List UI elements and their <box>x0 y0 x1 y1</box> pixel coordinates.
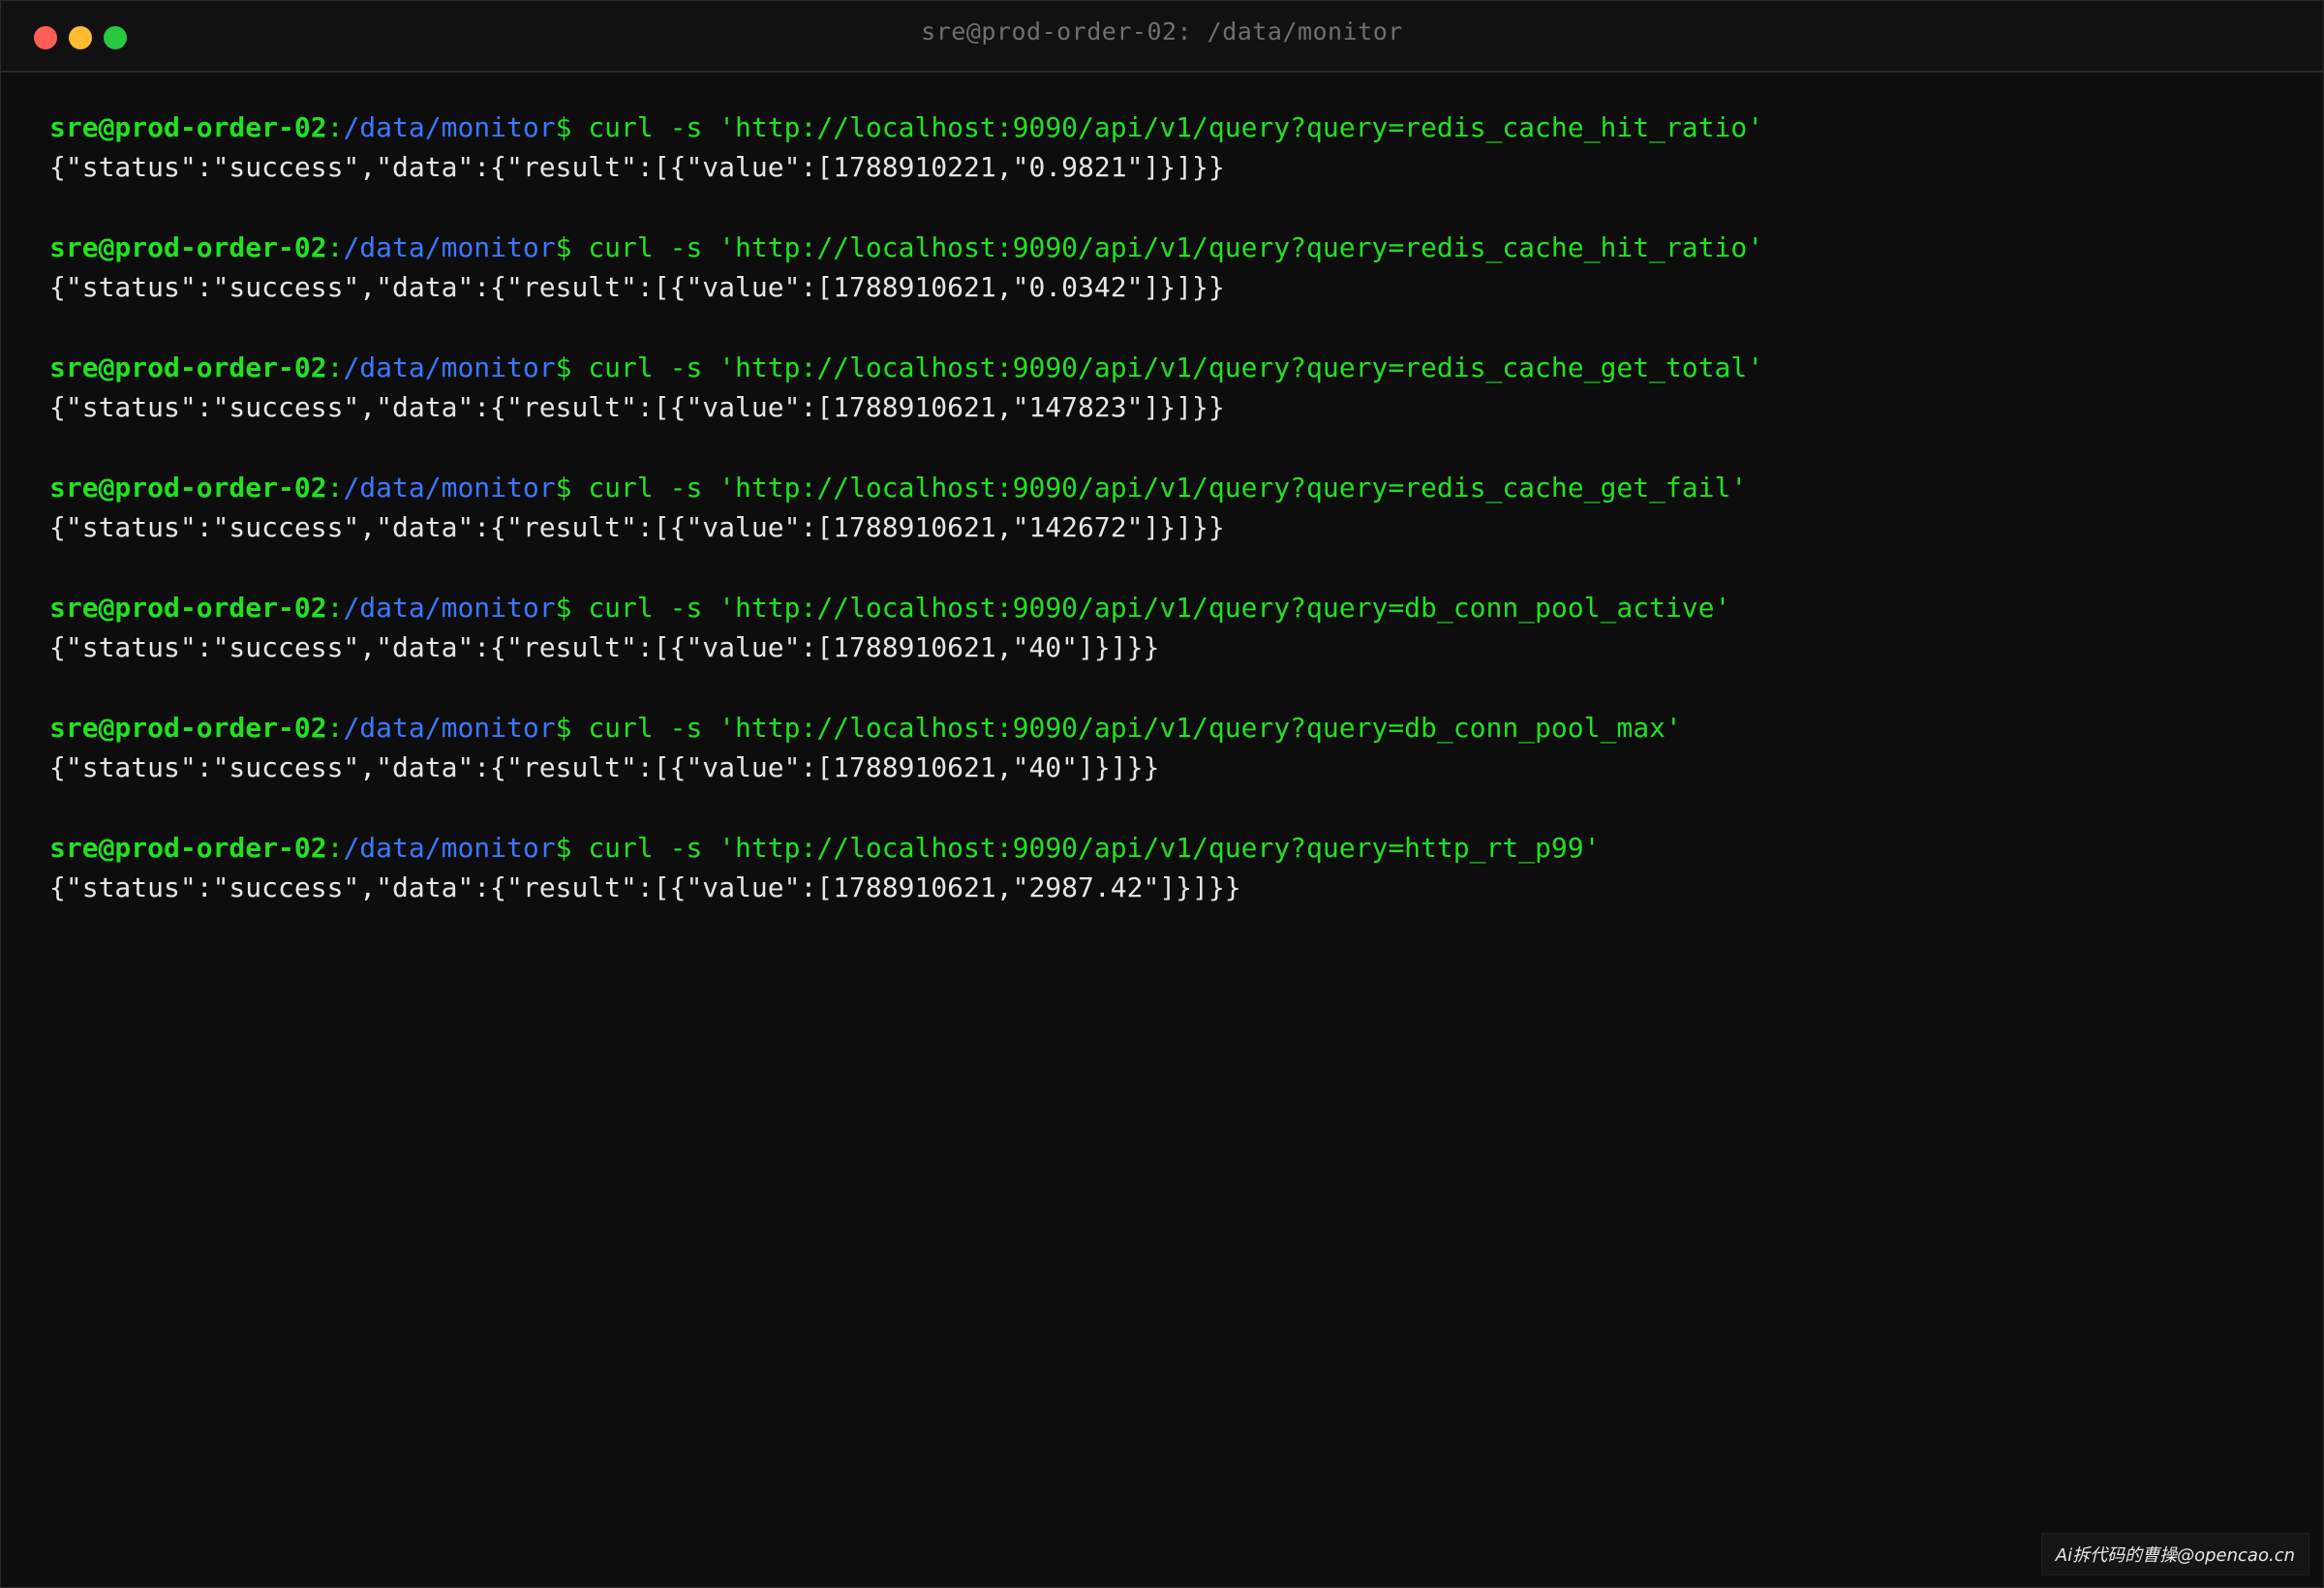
prompt-user-host: sre@prod-order-02 <box>49 351 327 383</box>
prompt-user-host: sre@prod-order-02 <box>49 712 327 744</box>
command-output: {"status":"success","data":{"result":[{"… <box>49 391 1225 423</box>
command-output: {"status":"success","data":{"result":[{"… <box>49 151 1225 183</box>
command-text: curl -s 'http://localhost:9090/api/v1/qu… <box>588 592 1731 624</box>
prompt-symbol: $ <box>555 832 572 864</box>
title-bar[interactable]: sre@prod-order-02: /data/monitor <box>1 1 2323 73</box>
prompt-path: /data/monitor <box>343 231 556 263</box>
prompt-colon: : <box>326 592 344 624</box>
prompt-path: /data/monitor <box>343 351 556 383</box>
prompt-path: /data/monitor <box>343 832 556 864</box>
prompt-path: /data/monitor <box>343 712 556 744</box>
prompt-line: sre@prod-order-02:/data/monitor$ curl -s… <box>49 468 2277 507</box>
prompt-symbol: $ <box>555 472 572 504</box>
command-text: curl -s 'http://localhost:9090/api/v1/qu… <box>588 712 1682 744</box>
prompt-colon: : <box>326 351 344 383</box>
prompt-line: sre@prod-order-02:/data/monitor$ curl -s… <box>49 828 2277 868</box>
prompt-path: /data/monitor <box>343 472 556 504</box>
command-text: curl -s 'http://localhost:9090/api/v1/qu… <box>588 111 1764 143</box>
command-output: {"status":"success","data":{"result":[{"… <box>49 871 1241 903</box>
prompt-line: sre@prod-order-02:/data/monitor$ curl -s… <box>49 348 2277 387</box>
prompt-line: sre@prod-order-02:/data/monitor$ curl -s… <box>49 228 2277 267</box>
prompt-symbol: $ <box>555 231 572 263</box>
command-block: sre@prod-order-02:/data/monitor$ curl -s… <box>49 468 2277 547</box>
command-block: sre@prod-order-02:/data/monitor$ curl -s… <box>49 588 2277 667</box>
prompt-colon: : <box>326 231 344 263</box>
terminal-output[interactable]: sre@prod-order-02:/data/monitor$ curl -s… <box>49 107 2277 948</box>
prompt-colon: : <box>326 832 344 864</box>
command-text: curl -s 'http://localhost:9090/api/v1/qu… <box>588 472 1748 504</box>
prompt-user-host: sre@prod-order-02 <box>49 832 327 864</box>
prompt-colon: : <box>326 111 344 143</box>
prompt-path: /data/monitor <box>343 592 556 624</box>
watermark: Ai拆代码的曹操@opencao.cn <box>2040 1533 2309 1575</box>
command-block: sre@prod-order-02:/data/monitor$ curl -s… <box>49 107 2277 187</box>
command-output: {"status":"success","data":{"result":[{"… <box>49 751 1160 783</box>
prompt-symbol: $ <box>555 592 572 624</box>
prompt-symbol: $ <box>555 712 572 744</box>
command-block: sre@prod-order-02:/data/monitor$ curl -s… <box>49 828 2277 907</box>
command-output: {"status":"success","data":{"result":[{"… <box>49 631 1160 663</box>
command-text: curl -s 'http://localhost:9090/api/v1/qu… <box>588 231 1764 263</box>
prompt-user-host: sre@prod-order-02 <box>49 472 327 504</box>
command-text: curl -s 'http://localhost:9090/api/v1/qu… <box>588 832 1601 864</box>
command-block: sre@prod-order-02:/data/monitor$ curl -s… <box>49 228 2277 307</box>
prompt-symbol: $ <box>555 111 572 143</box>
prompt-user-host: sre@prod-order-02 <box>49 111 327 143</box>
command-block: sre@prod-order-02:/data/monitor$ curl -s… <box>49 348 2277 427</box>
command-block: sre@prod-order-02:/data/monitor$ curl -s… <box>49 708 2277 787</box>
prompt-user-host: sre@prod-order-02 <box>49 592 327 624</box>
prompt-user-host: sre@prod-order-02 <box>49 231 327 263</box>
window-title: sre@prod-order-02: /data/monitor <box>921 17 1403 46</box>
prompt-line: sre@prod-order-02:/data/monitor$ curl -s… <box>49 107 2277 147</box>
prompt-symbol: $ <box>555 351 572 383</box>
terminal-window: sre@prod-order-02: /data/monitor sre@pro… <box>0 0 2324 1588</box>
prompt-line: sre@prod-order-02:/data/monitor$ curl -s… <box>49 588 2277 627</box>
command-output: {"status":"success","data":{"result":[{"… <box>49 271 1225 303</box>
prompt-path: /data/monitor <box>343 111 556 143</box>
command-output: {"status":"success","data":{"result":[{"… <box>49 511 1225 543</box>
prompt-colon: : <box>326 472 344 504</box>
prompt-colon: : <box>326 712 344 744</box>
command-text: curl -s 'http://localhost:9090/api/v1/qu… <box>588 351 1764 383</box>
prompt-line: sre@prod-order-02:/data/monitor$ curl -s… <box>49 708 2277 748</box>
